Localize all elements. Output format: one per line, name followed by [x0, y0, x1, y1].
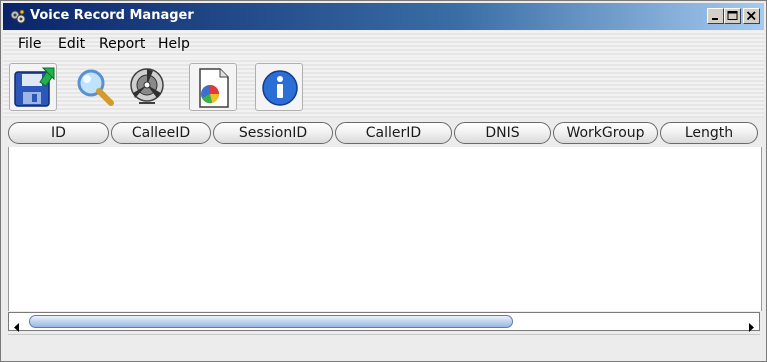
maximize-button[interactable] [724, 8, 741, 24]
save-disk-icon [14, 67, 55, 107]
close-icon [746, 11, 756, 21]
minimize-icon [712, 18, 718, 20]
column-header-dnis[interactable]: DNIS [454, 122, 551, 144]
table-header: ID CalleeID SessionID CallerID DNIS Work… [8, 120, 760, 146]
column-header-sessionid[interactable]: SessionID [213, 122, 333, 144]
app-window: Voice Record Manager File Edit Report He… [0, 0, 767, 362]
column-header-id[interactable]: ID [8, 122, 109, 144]
column-header-length[interactable]: Length [660, 122, 758, 144]
magnifier-search-icon [77, 69, 114, 106]
toolbar [3, 58, 764, 118]
title-bar[interactable]: Voice Record Manager [3, 3, 764, 30]
menu-bar: File Edit Report Help [3, 31, 764, 57]
report-button[interactable] [189, 63, 237, 111]
info-icon [262, 70, 298, 106]
menu-file[interactable]: File [18, 36, 41, 52]
maximize-icon [727, 11, 738, 20]
pie-chart-report-icon [199, 68, 229, 108]
column-header-callerid[interactable]: CallerID [335, 122, 452, 144]
info-button[interactable] [255, 63, 303, 111]
minimize-button[interactable] [707, 8, 724, 24]
horizontal-scrollbar[interactable] [8, 312, 760, 332]
menu-help[interactable]: Help [158, 36, 190, 52]
column-header-calleeid[interactable]: CalleeID [111, 122, 211, 144]
scrollbar-thumb[interactable] [29, 315, 513, 328]
status-bar [8, 334, 760, 359]
menu-report[interactable]: Report [99, 36, 145, 52]
window-title: Voice Record Manager [30, 8, 194, 23]
search-button[interactable] [71, 63, 119, 111]
settings-button[interactable] [123, 63, 171, 111]
menu-edit[interactable]: Edit [58, 36, 85, 52]
gear-cluster-icon [9, 8, 27, 26]
close-button[interactable] [743, 8, 760, 24]
save-button[interactable] [9, 63, 57, 111]
column-header-workgroup[interactable]: WorkGroup [553, 122, 658, 144]
hazard-settings-icon [130, 68, 164, 104]
records-table-body[interactable] [8, 147, 762, 311]
